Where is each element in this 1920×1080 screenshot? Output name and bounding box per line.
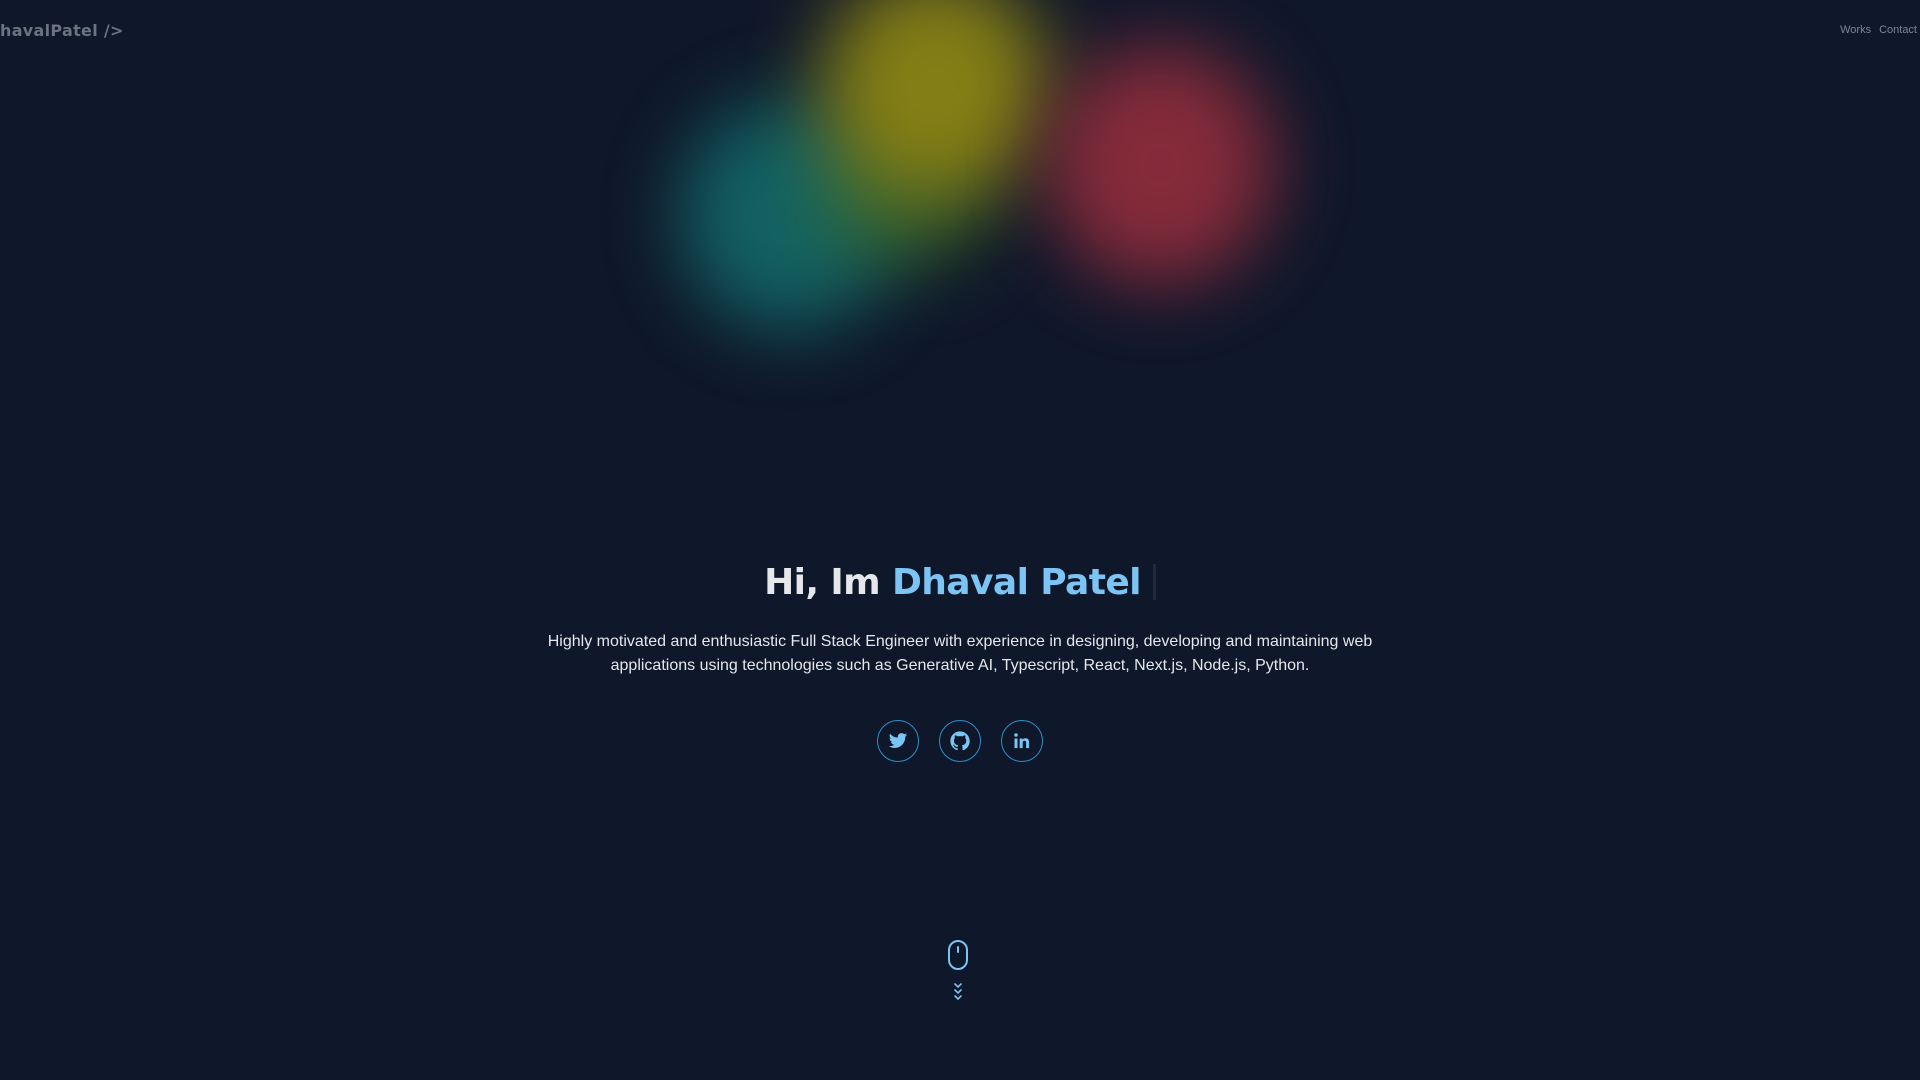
github-icon [949,730,971,752]
mouse-scroll-icon [946,940,970,1012]
github-link[interactable] [939,720,981,762]
nav-link-works[interactable]: Works [1840,24,1871,36]
social-links [0,720,1920,762]
twitter-link[interactable] [877,720,919,762]
scroll-indicator[interactable] [946,940,970,1013]
nav-link-contact[interactable]: Contact [1879,24,1917,36]
hero-headline: Hi, Im Dhaval Patel [0,558,1920,608]
gradient-blob-red [1045,45,1275,285]
linkedin-link[interactable] [1001,720,1043,762]
top-nav: Works Contact [1840,24,1917,36]
hero-name: Dhaval Patel [892,562,1142,603]
site-logo[interactable]: havalPatel /> [0,21,124,40]
hero-greeting: Hi, Im [764,562,881,603]
hero-section: Hi, Im Dhaval Patel Highly motivated and… [0,558,1920,762]
twitter-icon [888,731,908,751]
page: havalPatel /> Works Contact Hi, Im Dhava… [0,0,1920,1080]
typing-caret [1152,564,1156,600]
linkedin-icon [1012,731,1032,751]
hero-bio: Highly motivated and enthusiastic Full S… [547,633,1373,674]
